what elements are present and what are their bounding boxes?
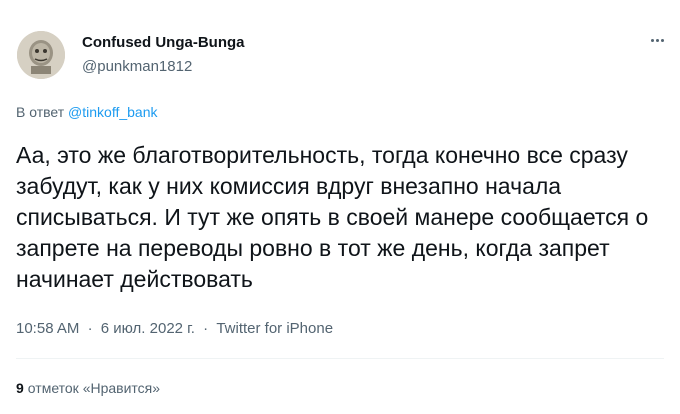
more-horizontal-icon [650,38,654,42]
more-button[interactable] [644,30,670,50]
avatar[interactable] [17,31,65,79]
tweet-text: Аа, это же благотворительность, тогда ко… [16,142,655,292]
author-handle[interactable]: @punkman1812 [82,58,192,75]
divider [16,358,664,359]
more-horizontal-icon [660,38,664,42]
reply-prefix: В ответ [16,104,65,120]
reply-mention-link[interactable]: @tinkoff_bank [68,104,157,120]
likes-count: 9 [16,380,24,396]
meta-separator: · [87,320,93,337]
tweet-source-link[interactable]: Twitter for iPhone [216,320,333,337]
reply-context: В ответ @tinkoff_bank [16,104,158,120]
likes-label: отметок «Нравится» [27,380,161,396]
tweet-meta: 10:58 AM · 6 июл. 2022 г. · Twitter for … [16,320,333,337]
tweet-time-link[interactable]: 10:58 AM [16,320,79,337]
more-horizontal-icon [655,38,659,42]
author-display-name[interactable]: Confused Unga-Bunga [82,34,245,51]
meta-separator: · [203,320,209,337]
likes-link[interactable]: 9 отметок «Нравится» [16,380,160,396]
tweet-date-link[interactable]: 6 июл. 2022 г. [101,320,195,337]
avatar-image [17,31,65,79]
tweet-card: Confused Unga-Bunga @punkman1812 В ответ… [0,0,680,414]
